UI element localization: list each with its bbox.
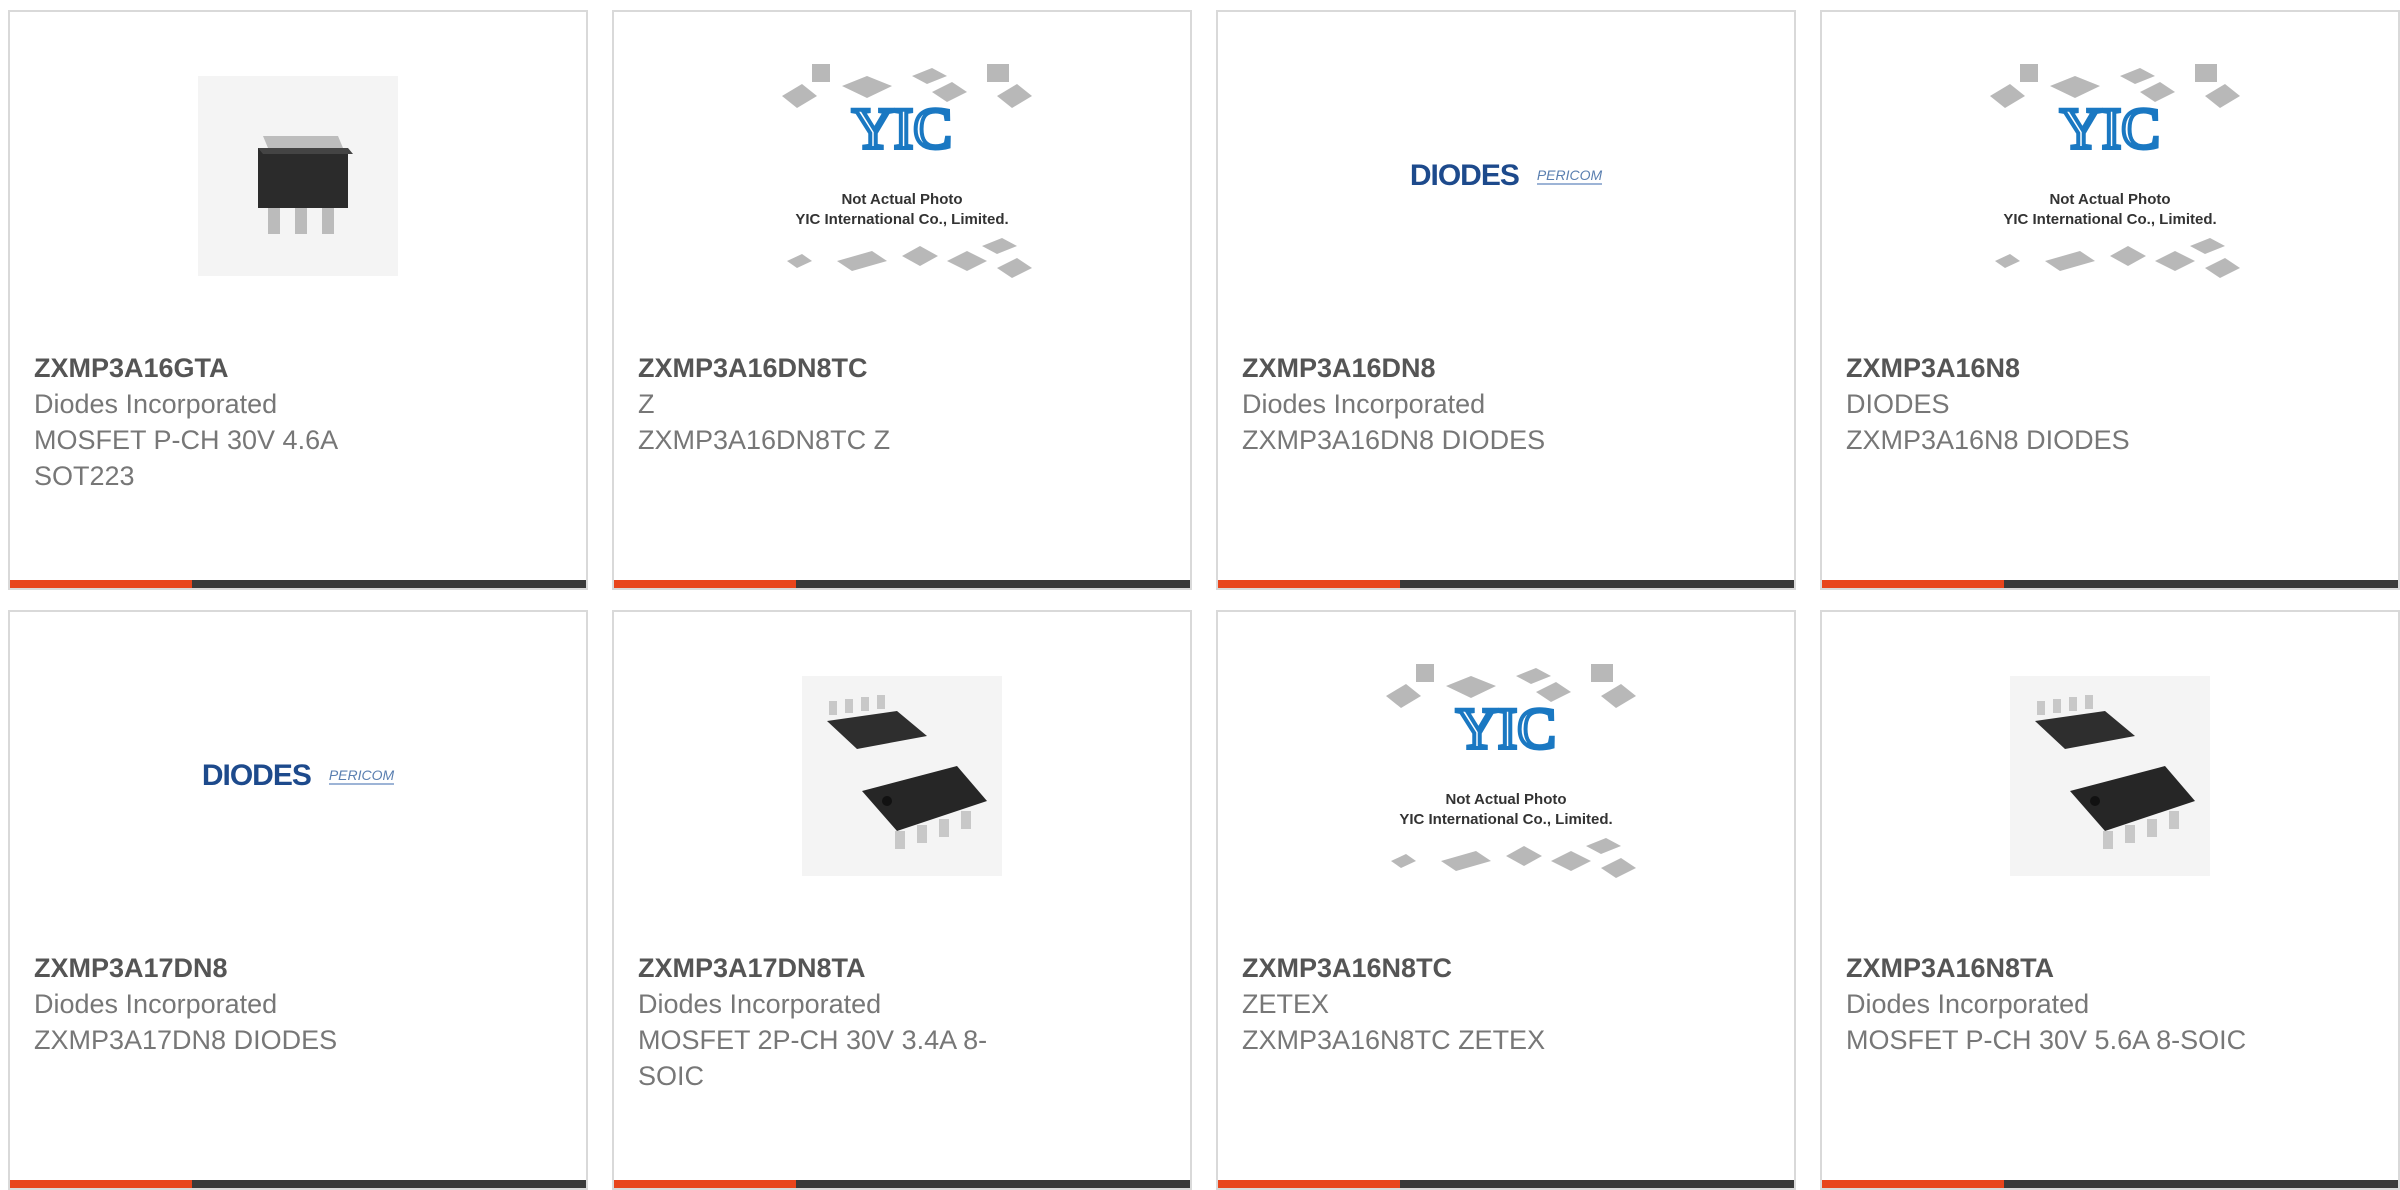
- card-footer-accent: [1218, 580, 1400, 588]
- svg-text:YIC: YIC: [1456, 696, 1556, 761]
- yic-placeholder-image: YIC Not Actual Photo YIC International C…: [1990, 64, 2240, 278]
- description: MOSFET P-CH 30V 4.6A: [34, 425, 339, 455]
- card-footer-accent: [1218, 1180, 1400, 1188]
- product-info: ZXMP3A16N8TA Diodes Incorporated MOSFET …: [1846, 950, 2316, 1058]
- part-number[interactable]: ZXMP3A16DN8TC: [638, 350, 1108, 386]
- description: ZXMP3A16DN8TC Z: [638, 425, 891, 455]
- description: MOSFET P-CH 30V 5.6A 8-SOIC: [1846, 1025, 2247, 1055]
- product-info: ZXMP3A16N8 DIODES ZXMP3A16N8 DIODES: [1846, 350, 2316, 458]
- part-number[interactable]: ZXMP3A16DN8: [1242, 350, 1712, 386]
- svg-text:YIC International Co., Limited: YIC International Co., Limited.: [2003, 211, 2216, 228]
- product-card[interactable]: YIC Not Actual Photo YIC International C…: [1820, 10, 2400, 590]
- yic-placeholder-image: YIC Not Actual Photo YIC International C…: [782, 64, 1032, 278]
- product-info: ZXMP3A17DN8TA Diodes Incorporated MOSFET…: [638, 950, 1108, 1094]
- sot223-chip-image: [198, 76, 398, 276]
- card-footer-bar: [10, 1180, 586, 1188]
- description: ZXMP3A16N8 DIODES: [1846, 425, 2130, 455]
- card-footer-accent: [1822, 580, 2004, 588]
- product-grid: ZXMP3A16GTA Diodes Incorporated MOSFET P…: [8, 10, 2400, 1190]
- part-number[interactable]: ZXMP3A16N8TC: [1242, 950, 1712, 986]
- svg-text:YIC: YIC: [2060, 96, 2160, 161]
- manufacturer: Diodes Incorporated: [1242, 389, 1486, 419]
- part-number[interactable]: ZXMP3A17DN8TA: [638, 950, 1108, 986]
- card-footer-bar: [1218, 1180, 1794, 1188]
- product-card[interactable]: ZXMP3A17DN8TA Diodes Incorporated MOSFET…: [612, 610, 1192, 1190]
- part-number[interactable]: ZXMP3A17DN8: [34, 950, 504, 986]
- product-info: ZXMP3A16DN8 Diodes Incorporated ZXMP3A16…: [1242, 350, 1712, 458]
- description: MOSFET 2P-CH 30V 3.4A 8-: [638, 1025, 988, 1055]
- soic8-chip-image: [802, 676, 1002, 876]
- part-number[interactable]: ZXMP3A16N8: [1846, 350, 2316, 386]
- card-footer-bar: [10, 580, 586, 588]
- product-image[interactable]: [614, 656, 1190, 896]
- part-number[interactable]: ZXMP3A16GTA: [34, 350, 504, 386]
- card-footer-bar: [1822, 580, 2398, 588]
- product-info: ZXMP3A16N8TC ZETEX ZXMP3A16N8TC ZETEX: [1242, 950, 1712, 1058]
- product-image[interactable]: [1822, 656, 2398, 896]
- card-footer-accent: [10, 580, 192, 588]
- description-cont: SOIC: [638, 1061, 705, 1091]
- manufacturer: Diodes Incorporated: [34, 389, 278, 419]
- svg-text:Not Actual Photo: Not Actual Photo: [2049, 191, 2170, 208]
- product-card[interactable]: ZXMP3A16N8TA Diodes Incorporated MOSFET …: [1820, 610, 2400, 1190]
- product-image[interactable]: DIODES PERICOM: [10, 656, 586, 896]
- card-footer-bar: [1822, 1180, 2398, 1188]
- card-footer-accent: [614, 580, 796, 588]
- svg-text:YIC International Co., Limited: YIC International Co., Limited.: [1399, 811, 1612, 828]
- product-card[interactable]: DIODES PERICOM ZXMP3A17DN8 Diodes Incorp…: [8, 610, 588, 1190]
- product-image[interactable]: YIC Not Actual Photo YIC International C…: [1822, 56, 2398, 296]
- card-footer-accent: [614, 1180, 796, 1188]
- yic-placeholder-image: YIC Not Actual Photo YIC International C…: [1386, 664, 1636, 878]
- product-card[interactable]: YIC Not Actual Photo YIC International C…: [612, 10, 1192, 590]
- manufacturer: Diodes Incorporated: [34, 989, 278, 1019]
- diodes-logo-image: DIODES PERICOM: [1409, 159, 1603, 192]
- card-footer-accent: [1822, 1180, 2004, 1188]
- manufacturer: Diodes Incorporated: [638, 989, 882, 1019]
- product-info: ZXMP3A16DN8TC Z ZXMP3A16DN8TC Z: [638, 350, 1108, 458]
- description: ZXMP3A16N8TC ZETEX: [1242, 1025, 1546, 1055]
- svg-text:YIC International Co., Limited: YIC International Co., Limited.: [795, 211, 1008, 228]
- product-image[interactable]: YIC Not Actual Photo YIC International C…: [614, 56, 1190, 296]
- card-footer-bar: [614, 1180, 1190, 1188]
- product-image[interactable]: YIC Not Actual Photo YIC International C…: [1218, 656, 1794, 896]
- card-footer-accent: [10, 1180, 192, 1188]
- product-card[interactable]: DIODES PERICOM ZXMP3A16DN8 Diodes Incorp…: [1216, 10, 1796, 590]
- card-footer-bar: [1218, 580, 1794, 588]
- part-number[interactable]: ZXMP3A16N8TA: [1846, 950, 2316, 986]
- svg-text:Not Actual Photo: Not Actual Photo: [841, 191, 962, 208]
- manufacturer: DIODES: [1846, 389, 1950, 419]
- manufacturer: Z: [638, 389, 655, 419]
- product-image[interactable]: [10, 56, 586, 296]
- description: ZXMP3A17DN8 DIODES: [34, 1025, 338, 1055]
- soic8-chip-image: [2010, 676, 2210, 876]
- card-footer-bar: [614, 580, 1190, 588]
- product-card[interactable]: ZXMP3A16GTA Diodes Incorporated MOSFET P…: [8, 10, 588, 590]
- product-image[interactable]: DIODES PERICOM: [1218, 56, 1794, 296]
- diodes-logo-image: DIODES PERICOM: [201, 759, 395, 792]
- svg-text:YIC: YIC: [852, 96, 952, 161]
- svg-text:Not Actual Photo: Not Actual Photo: [1445, 791, 1566, 808]
- product-info: ZXMP3A17DN8 Diodes Incorporated ZXMP3A17…: [34, 950, 504, 1058]
- description-cont: SOT223: [34, 461, 135, 491]
- manufacturer: ZETEX: [1242, 989, 1330, 1019]
- manufacturer: Diodes Incorporated: [1846, 989, 2090, 1019]
- product-card[interactable]: YIC Not Actual Photo YIC International C…: [1216, 610, 1796, 1190]
- description: ZXMP3A16DN8 DIODES: [1242, 425, 1546, 455]
- product-info: ZXMP3A16GTA Diodes Incorporated MOSFET P…: [34, 350, 504, 494]
